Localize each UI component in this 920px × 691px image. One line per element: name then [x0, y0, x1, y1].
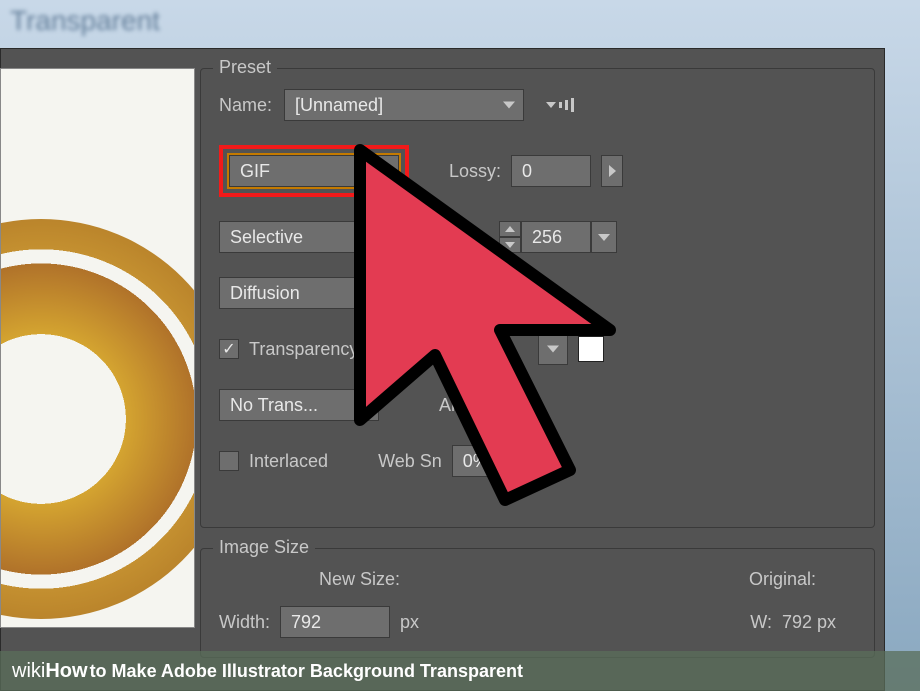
- lossy-stepper[interactable]: [601, 155, 623, 187]
- format-value: GIF: [240, 161, 270, 182]
- size-headers-row: New Size: Original:: [219, 569, 856, 590]
- name-value: [Unnamed]: [295, 95, 383, 116]
- arrow-up-icon: [505, 226, 515, 232]
- format-highlight: GIF: [219, 145, 409, 197]
- interlaced-checkbox[interactable]: [219, 451, 239, 471]
- websnap-input[interactable]: [452, 445, 522, 477]
- orig-w-label: W:: [750, 612, 772, 633]
- matte-dither-dropdown[interactable]: No Trans...: [219, 389, 379, 421]
- reduction-row: Selective: [219, 221, 856, 253]
- new-size-label: New Size:: [319, 569, 400, 590]
- chevron-down-icon: [358, 402, 370, 409]
- width-unit: px: [400, 612, 419, 633]
- reduction-dropdown[interactable]: Selective: [219, 221, 379, 253]
- image-size-legend: Image Size: [213, 537, 315, 558]
- colors-input[interactable]: [521, 221, 591, 253]
- format-dropdown[interactable]: GIF: [229, 155, 399, 187]
- matte-dither-row: No Trans... Am: [219, 389, 856, 421]
- preset-fieldset: Preset Name: [Unnamed] GIF: [200, 68, 875, 528]
- matte-swatch[interactable]: [578, 336, 604, 362]
- arrow-right-icon: [609, 165, 616, 177]
- transparency-label: Transparency: [249, 339, 358, 360]
- interlaced-row: Interlaced Web Sn: [219, 445, 856, 477]
- lossy-label: Lossy:: [449, 161, 501, 182]
- original-label: Original:: [749, 569, 816, 590]
- width-row: Width: px W: 792 px: [219, 606, 856, 638]
- colors-spinner[interactable]: [499, 221, 521, 253]
- chevron-down-icon: [378, 168, 390, 175]
- name-row: Name: [Unnamed]: [219, 89, 856, 121]
- reduction-value: Selective: [230, 227, 303, 248]
- dither-dropdown[interactable]: Diffusion: [219, 277, 379, 309]
- transparency-checkbox[interactable]: ✓: [219, 339, 239, 359]
- websnap-label: Web Sn: [378, 451, 442, 472]
- caption-text: to Make Adobe Illustrator Background Tra…: [90, 661, 523, 682]
- preset-legend: Preset: [213, 57, 277, 78]
- chevron-down-icon: [358, 234, 370, 241]
- settings-panel: Preset Name: [Unnamed] GIF: [200, 68, 875, 691]
- preview-artwork: [0, 219, 195, 619]
- preview-pane: [0, 68, 195, 628]
- wikihow-logo: wikiHow: [12, 660, 88, 683]
- amount-label: Am: [439, 395, 466, 416]
- caption-bar: wikiHow to Make Adobe Illustrator Backgr…: [0, 651, 920, 691]
- check-icon: ✓: [222, 339, 235, 359]
- chevron-down-icon: [358, 290, 370, 297]
- save-preset-icon[interactable]: [546, 98, 574, 112]
- chevron-down-icon: [503, 102, 515, 109]
- width-label: Width:: [219, 612, 270, 633]
- chevron-down-icon: [547, 346, 559, 353]
- matte-dropdown[interactable]: [538, 333, 568, 365]
- dither-row: Diffusion: [219, 277, 856, 309]
- width-input[interactable]: [280, 606, 390, 638]
- name-dropdown[interactable]: [Unnamed]: [284, 89, 524, 121]
- interlaced-label: Interlaced: [249, 451, 328, 472]
- name-label: Name:: [219, 95, 272, 116]
- lossy-input[interactable]: [511, 155, 591, 187]
- format-row: GIF Lossy:: [219, 145, 856, 197]
- dither-value: Diffusion: [230, 283, 300, 304]
- matte-dither-value: No Trans...: [230, 395, 318, 416]
- image-size-fieldset: Image Size New Size: Original: Width: px…: [200, 548, 875, 658]
- arrow-down-icon: [505, 242, 515, 248]
- chevron-down-icon: [598, 234, 610, 241]
- orig-w-value: 792 px: [782, 612, 836, 633]
- window-title: Transparent: [10, 5, 160, 37]
- colors-dropdown-toggle[interactable]: [591, 221, 617, 253]
- transparency-row: ✓ Transparency: [219, 333, 856, 365]
